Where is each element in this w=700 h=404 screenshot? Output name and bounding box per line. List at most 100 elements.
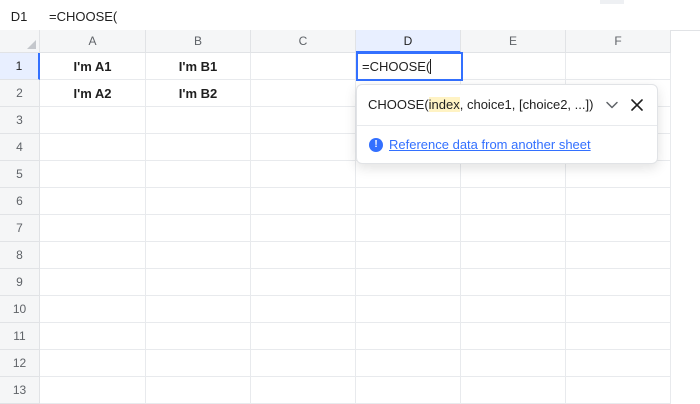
helper-divider (357, 125, 657, 126)
cell[interactable] (251, 296, 356, 323)
column-header-c[interactable]: C (251, 30, 356, 53)
column-header-f[interactable]: F (566, 30, 671, 53)
row-header[interactable]: 4 (0, 134, 40, 161)
cell[interactable] (461, 323, 566, 350)
cell[interactable] (40, 377, 146, 404)
column-header-d[interactable]: D (356, 30, 461, 53)
row-header[interactable]: 2 (0, 80, 40, 107)
cell[interactable] (356, 296, 461, 323)
function-helper-popup: CHOOSE(index, choice1, [choice2, ...]) !… (356, 84, 658, 164)
column-header-a[interactable]: A (40, 30, 146, 53)
cell[interactable] (146, 323, 251, 350)
row-header[interactable]: 11 (0, 323, 40, 350)
cell[interactable] (461, 242, 566, 269)
cell[interactable] (146, 107, 251, 134)
cell[interactable] (566, 161, 671, 188)
cell-e1[interactable] (461, 53, 566, 80)
reference-other-sheet-link[interactable]: Reference data from another sheet (389, 136, 591, 154)
cell[interactable] (146, 215, 251, 242)
cell[interactable] (566, 269, 671, 296)
cell[interactable] (566, 350, 671, 377)
cell[interactable] (461, 377, 566, 404)
cell-b1[interactable]: I'm B1 (146, 53, 251, 80)
cell[interactable] (461, 161, 566, 188)
cell[interactable] (251, 188, 356, 215)
cell-c1[interactable] (251, 53, 356, 80)
cell[interactable] (146, 269, 251, 296)
text-caret (430, 59, 432, 74)
cell[interactable] (40, 242, 146, 269)
cell[interactable] (461, 188, 566, 215)
name-box[interactable]: D1 (0, 4, 38, 30)
cell[interactable] (40, 215, 146, 242)
cell[interactable] (566, 323, 671, 350)
row-header[interactable]: 12 (0, 350, 40, 377)
select-all-corner[interactable] (0, 30, 40, 53)
formula-input[interactable]: =CHOOSE( (49, 4, 117, 30)
cell[interactable] (356, 269, 461, 296)
row-header[interactable]: 7 (0, 215, 40, 242)
cell[interactable] (251, 323, 356, 350)
cell[interactable] (40, 107, 146, 134)
cell[interactable] (566, 377, 671, 404)
cell[interactable] (146, 296, 251, 323)
cell[interactable] (146, 188, 251, 215)
cell[interactable] (251, 107, 356, 134)
row-header[interactable]: 9 (0, 269, 40, 296)
cell[interactable] (461, 296, 566, 323)
row-header[interactable]: 3 (0, 107, 40, 134)
cell[interactable] (40, 350, 146, 377)
row-header[interactable]: 13 (0, 377, 40, 404)
cell[interactable] (566, 296, 671, 323)
cell[interactable] (251, 215, 356, 242)
cell[interactable] (40, 161, 146, 188)
cell[interactable] (356, 215, 461, 242)
cell[interactable] (40, 296, 146, 323)
cell[interactable] (356, 188, 461, 215)
cell[interactable] (251, 350, 356, 377)
active-cell-text: =CHOOSE( (362, 59, 431, 74)
cell[interactable] (356, 242, 461, 269)
cell[interactable] (566, 188, 671, 215)
cell[interactable] (146, 242, 251, 269)
row-header[interactable]: 5 (0, 161, 40, 188)
row-header[interactable]: 1 (0, 53, 40, 80)
cell-a2[interactable]: I'm A2 (40, 80, 146, 107)
cell[interactable] (356, 323, 461, 350)
cell[interactable] (461, 215, 566, 242)
cell[interactable] (40, 323, 146, 350)
row-header[interactable]: 10 (0, 296, 40, 323)
cell[interactable] (251, 161, 356, 188)
cell[interactable] (251, 134, 356, 161)
cell[interactable] (40, 134, 146, 161)
cell-f1[interactable] (566, 53, 671, 80)
cell[interactable] (461, 350, 566, 377)
column-header-e[interactable]: E (461, 30, 566, 53)
cell[interactable] (566, 215, 671, 242)
cell-b2[interactable]: I'm B2 (146, 80, 251, 107)
function-signature: CHOOSE(index, choice1, [choice2, ...]) (368, 95, 593, 115)
grid-row (40, 215, 671, 242)
column-header-b[interactable]: B (146, 30, 251, 53)
cell[interactable] (146, 350, 251, 377)
cell[interactable] (251, 269, 356, 296)
cell[interactable] (566, 242, 671, 269)
cell[interactable] (356, 377, 461, 404)
active-cell-editor[interactable]: =CHOOSE( (356, 52, 463, 81)
cell[interactable] (356, 350, 461, 377)
cell[interactable] (251, 377, 356, 404)
cell[interactable] (146, 161, 251, 188)
cell[interactable] (40, 269, 146, 296)
cell[interactable] (356, 161, 461, 188)
cell[interactable] (251, 242, 356, 269)
close-icon[interactable] (629, 97, 645, 113)
cell[interactable] (146, 134, 251, 161)
cell[interactable] (40, 188, 146, 215)
cell-c2[interactable] (251, 80, 356, 107)
chevron-down-icon[interactable] (605, 98, 619, 112)
cell-a1[interactable]: I'm A1 (40, 53, 146, 80)
row-header[interactable]: 6 (0, 188, 40, 215)
cell[interactable] (461, 269, 566, 296)
cell[interactable] (146, 377, 251, 404)
row-header[interactable]: 8 (0, 242, 40, 269)
